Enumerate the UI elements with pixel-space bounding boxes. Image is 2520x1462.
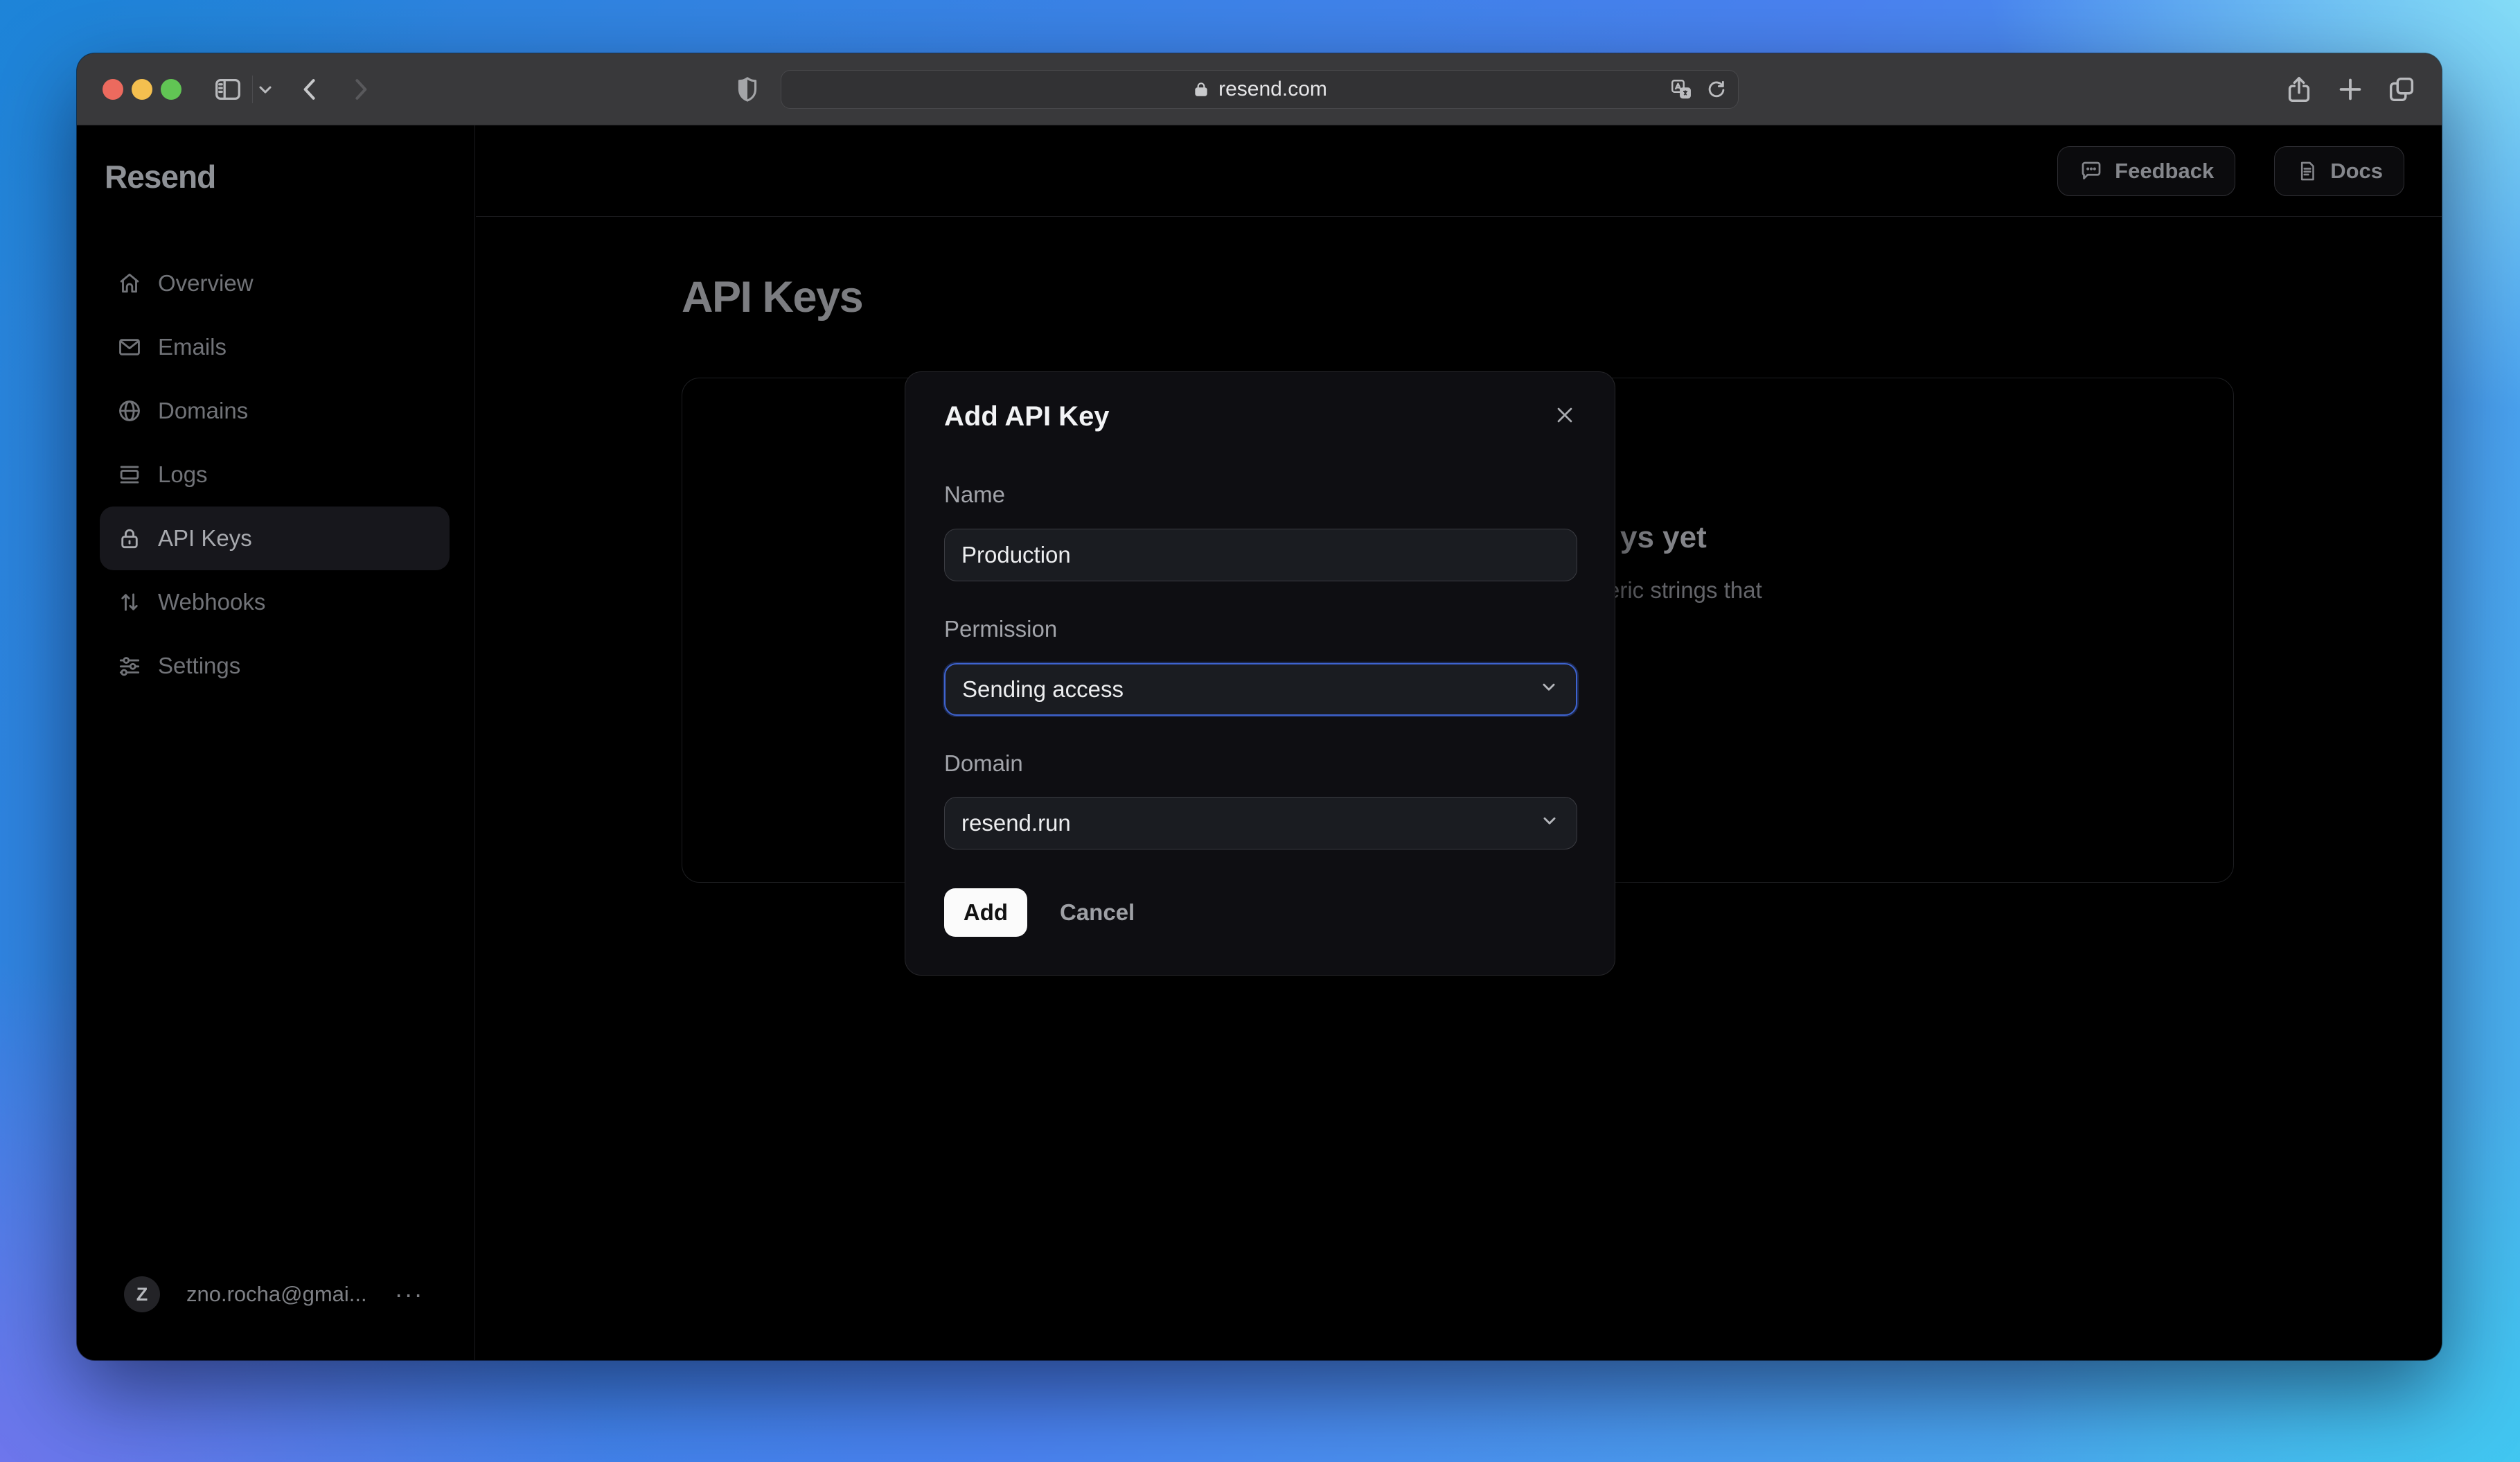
envelope-icon: [115, 333, 144, 362]
cancel-button[interactable]: Cancel: [1060, 888, 1135, 937]
new-tab-icon[interactable]: [2334, 73, 2366, 105]
sidebar-item-overview[interactable]: Overview: [100, 252, 450, 315]
page-viewport: Resend Overview Emails Domains Logs API …: [77, 125, 2442, 1360]
user-email: zno.rocha@gmai...: [186, 1282, 367, 1306]
tabs-overview-icon[interactable]: [2386, 73, 2417, 105]
sidebar-toggle-icon[interactable]: [212, 73, 244, 105]
logs-icon: [115, 460, 144, 489]
zoom-window-button[interactable]: [161, 79, 181, 100]
close-window-button[interactable]: [103, 79, 123, 100]
browser-window: resend.com Resend Overview Emails Domain…: [77, 53, 2442, 1360]
permission-select-value: Sending access: [962, 676, 1124, 702]
lock-icon: [115, 524, 144, 553]
permission-select[interactable]: Sending access: [944, 663, 1577, 716]
address-bar-url: resend.com: [1218, 78, 1327, 100]
sidebar-item-webhooks[interactable]: Webhooks: [100, 570, 450, 634]
empty-state-heading-fragment: ys yet: [1620, 520, 1707, 554]
share-icon[interactable]: [2283, 73, 2315, 105]
chevron-down-icon: [1538, 809, 1561, 838]
close-icon[interactable]: [1550, 400, 1580, 430]
page-title: API Keys: [682, 273, 864, 322]
arrows-up-down-icon: [115, 588, 144, 617]
sidebar-item-domains[interactable]: Domains: [100, 379, 450, 443]
sidebar-nav: Overview Emails Domains Logs API Keys We…: [100, 252, 450, 698]
sidebar-item-logs[interactable]: Logs: [100, 443, 450, 507]
sidebar-item-label: API Keys: [158, 525, 252, 551]
permission-field-label: Permission: [944, 616, 1058, 642]
sidebar-item-api-keys[interactable]: API Keys: [100, 507, 450, 570]
resend-logo: Resend: [105, 159, 216, 195]
toolbar-divider: [252, 76, 253, 103]
name-input[interactable]: [944, 529, 1577, 581]
page-header: Feedback Docs: [476, 125, 2442, 217]
globe-icon: [115, 396, 144, 425]
sidebar-item-label: Emails: [158, 334, 227, 360]
sidebar: Resend Overview Emails Domains Logs API …: [77, 125, 475, 1360]
reload-icon[interactable]: [1705, 78, 1728, 101]
sidebar-item-settings[interactable]: Settings: [100, 634, 450, 698]
user-menu-ellipsis-icon[interactable]: ···: [395, 1280, 424, 1309]
add-button[interactable]: Add: [944, 888, 1027, 937]
name-field-label: Name: [944, 482, 1006, 507]
avatar: Z: [124, 1276, 160, 1312]
domain-field-label: Domain: [944, 750, 1023, 776]
domain-select-value: resend.run: [961, 810, 1071, 836]
docs-button[interactable]: Docs: [2274, 146, 2404, 196]
chevron-down-icon: [1537, 675, 1561, 704]
domain-select[interactable]: resend.run: [944, 797, 1577, 849]
feedback-button[interactable]: Feedback: [2057, 146, 2236, 196]
feedback-button-label: Feedback: [2115, 158, 2215, 183]
user-account-row[interactable]: Z zno.rocha@gmai... ···: [124, 1276, 424, 1312]
chevron-down-icon[interactable]: [256, 80, 275, 99]
home-icon: [115, 269, 144, 298]
speech-bubble-icon: [2079, 159, 2104, 184]
document-icon: [2296, 159, 2319, 183]
add-api-key-modal: Add API Key Name Permission Sending acce…: [905, 371, 1615, 976]
modal-title: Add API Key: [944, 401, 1110, 432]
translate-icon[interactable]: [1669, 77, 1694, 102]
sidebar-item-label: Logs: [158, 461, 208, 487]
browser-toolbar: resend.com: [77, 53, 2442, 125]
tls-lock-icon: [1192, 80, 1210, 98]
sidebar-item-label: Settings: [158, 653, 241, 678]
sliders-icon: [115, 651, 144, 680]
empty-state-description-fragment: eric strings that: [1607, 577, 1762, 603]
minimize-window-button[interactable]: [132, 79, 152, 100]
privacy-shield-icon[interactable]: [733, 75, 762, 104]
sidebar-item-label: Webhooks: [158, 589, 266, 615]
sidebar-item-emails[interactable]: Emails: [100, 315, 450, 379]
sidebar-item-label: Domains: [158, 398, 249, 423]
address-bar[interactable]: resend.com: [781, 70, 1739, 109]
sidebar-item-label: Overview: [158, 270, 254, 296]
docs-button-label: Docs: [2330, 158, 2383, 183]
back-button-icon[interactable]: [295, 74, 326, 105]
forward-button-icon[interactable]: [345, 74, 375, 105]
